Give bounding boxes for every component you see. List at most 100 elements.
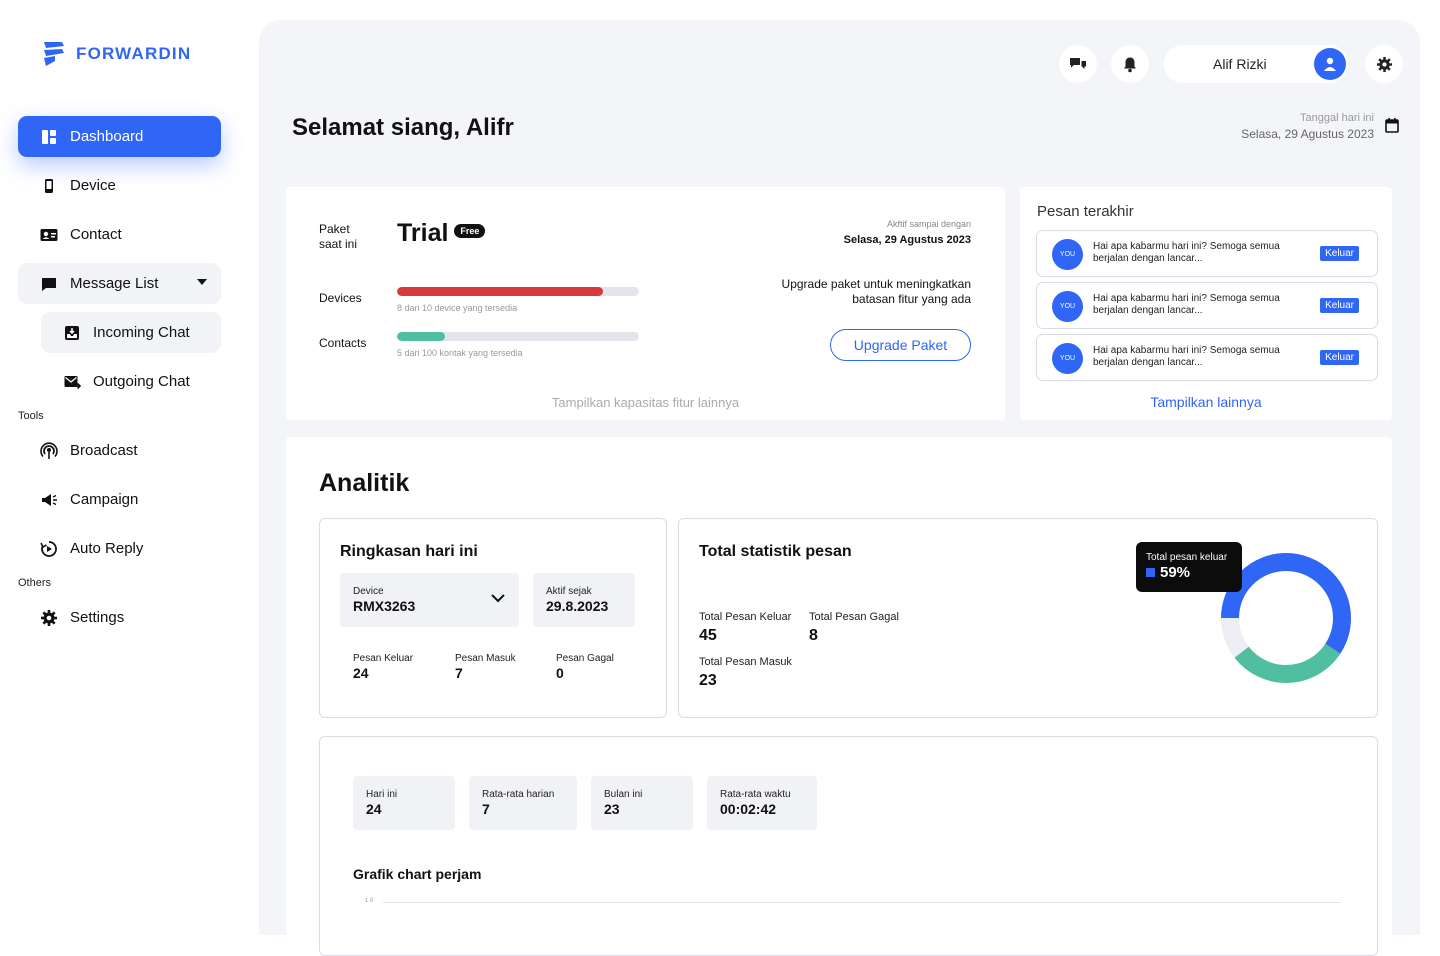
chart-y-tick: 1.0	[365, 898, 374, 904]
chart-gridline	[383, 902, 1341, 903]
summary-box-this-month: Bulan ini 23	[591, 776, 693, 830]
tooltip-value: 59%	[1160, 564, 1191, 581]
message-item[interactable]: YOU Hai apa kabarmu hari ini? Semoga sem…	[1036, 230, 1378, 277]
contacts-label: Contacts	[319, 336, 367, 350]
message-avatar: YOU	[1052, 291, 1083, 322]
message-statistics-panel: Total statistik pesan Total Pesan Keluar…	[678, 518, 1378, 718]
summary-box-label: Rata-rata waktu	[720, 789, 791, 800]
gear-icon	[40, 609, 58, 627]
plan-label: Paket saat ini	[319, 222, 357, 252]
device-select-value: RMX3263	[353, 598, 416, 614]
plan-label-line1: Paket	[319, 222, 350, 236]
contacts-caption: 5 dari 100 kontak yang tersedia	[397, 348, 523, 358]
message-item[interactable]: YOU Hai apa kabarmu hari ini? Semoga sem…	[1036, 334, 1378, 381]
user-name: Alif Rizki	[1213, 56, 1267, 72]
total-incoming-label: Total Pesan Masuk	[699, 656, 792, 668]
sidebar-item-label: Outgoing Chat	[93, 373, 190, 390]
total-failed-label: Total Pesan Gagal	[809, 611, 899, 623]
avatar[interactable]	[1314, 48, 1346, 80]
analytics-title: Analitik	[319, 469, 410, 497]
sidebar-item-message-list[interactable]: Message List	[18, 263, 221, 304]
sidebar-item-outgoing-chat[interactable]: Outgoing Chat	[41, 361, 221, 402]
devices-label: Devices	[319, 291, 362, 305]
sidebar-item-label: Broadcast	[70, 442, 138, 459]
summary-box-label: Hari ini	[366, 789, 398, 800]
incoming-today-label: Pesan Masuk	[455, 653, 516, 664]
contact-card-icon	[40, 226, 58, 244]
today-summary-panel: Ringkasan hari ini Device RMX3263 Aktif …	[319, 518, 667, 718]
device-select[interactable]: Device RMX3263	[340, 573, 519, 627]
outgoing-today-label: Pesan Keluar	[353, 653, 414, 664]
total-failed-value: 8	[809, 627, 818, 644]
chart-tooltip: Total pesan keluar 59%	[1136, 542, 1242, 592]
user-menu[interactable]: Alif Rizki	[1164, 45, 1348, 83]
message-avatar: YOU	[1052, 343, 1083, 374]
brand-logo[interactable]: FORWARDIN	[42, 40, 191, 68]
summary-box-value: 24	[366, 801, 382, 817]
incoming-today-value: 7	[455, 665, 463, 681]
sidebar-item-dashboard[interactable]: Dashboard	[18, 116, 221, 157]
brand-name: FORWARDIN	[76, 44, 192, 63]
sidebar-item-label: Message List	[70, 275, 159, 292]
upgrade-plan-button[interactable]: Upgrade Paket	[830, 329, 971, 361]
hourly-chart-panel: Hari ini 24 Rata-rata harian 7 Bulan ini…	[319, 736, 1378, 956]
notification-button[interactable]	[1111, 45, 1149, 83]
message-text: Hai apa kabarmu hari ini? Semoga semua b…	[1093, 241, 1280, 264]
total-incoming-value: 23	[699, 672, 717, 689]
message-status-badge: Keluar	[1320, 298, 1359, 313]
summary-box-label: Rata-rata harian	[482, 789, 555, 800]
sidebar-item-incoming-chat[interactable]: Incoming Chat	[41, 312, 221, 353]
sidebar-item-contact[interactable]: Contact	[18, 214, 221, 255]
gear-icon	[1376, 56, 1392, 72]
summary-box-today: Hari ini 24	[353, 776, 455, 830]
message-statistics-title: Total statistik pesan	[699, 543, 852, 560]
caret-down-icon[interactable]	[197, 279, 207, 285]
date-value: Selasa, 29 Agustus 2023	[1241, 127, 1374, 141]
forwardin-logo-icon	[44, 42, 64, 66]
summary-box-value: 7	[482, 801, 490, 817]
devices-caption: 8 dari 10 device yang tersedia	[397, 303, 518, 313]
message-text: Hai apa kabarmu hari ini? Semoga semua b…	[1093, 345, 1280, 368]
sidebar-item-auto-reply[interactable]: Auto Reply	[18, 528, 221, 569]
inbox-icon	[63, 324, 81, 342]
summary-box-label: Bulan ini	[604, 789, 643, 800]
plan-badge: Free	[454, 224, 486, 239]
message-item[interactable]: YOU Hai apa kabarmu hari ini? Semoga sem…	[1036, 282, 1378, 329]
chevron-down-icon	[491, 594, 505, 603]
sidebar-item-label: Campaign	[70, 491, 139, 508]
total-outgoing-value: 45	[699, 627, 717, 644]
devices-progress-fill	[397, 287, 603, 296]
outgoing-today-value: 24	[353, 665, 369, 681]
show-more-capacity-link[interactable]: Tampilkan kapasitas fitur lainnya	[286, 395, 1005, 410]
sidebar-item-broadcast[interactable]: Broadcast	[18, 430, 221, 471]
show-more-messages-link[interactable]: Tampilkan lainnya	[1020, 394, 1392, 410]
sidebar-item-label: Auto Reply	[70, 540, 144, 557]
section-label-tools: Tools	[18, 410, 44, 422]
settings-button[interactable]	[1365, 45, 1403, 83]
user-icon	[1324, 57, 1336, 71]
sidebar-item-campaign[interactable]: Campaign	[18, 479, 221, 520]
active-until-label: Akftif sampai dengan	[886, 219, 971, 229]
page-title: Selamat siang, Alifr	[292, 114, 514, 141]
sidebar-item-label: Contact	[70, 226, 122, 243]
date-label: Tanggal hari ini	[1300, 112, 1374, 124]
message-text: Hai apa kabarmu hari ini? Semoga semua b…	[1093, 293, 1280, 316]
device-select-label: Device	[353, 586, 384, 597]
dashboard-icon	[40, 128, 58, 146]
bell-icon	[1124, 57, 1136, 72]
upgrade-message-line1: Upgrade paket untuk meningkatkan	[781, 277, 971, 291]
message-icon	[40, 275, 58, 293]
summary-box-daily-average: Rata-rata harian 7	[469, 776, 577, 830]
message-status-badge: Keluar	[1320, 246, 1359, 261]
sidebar-item-device[interactable]: Device	[18, 165, 221, 206]
active-since-label: Aktif sejak	[546, 586, 592, 597]
megaphone-icon	[40, 491, 58, 509]
sidebar-item-label: Incoming Chat	[93, 324, 190, 341]
auto-reply-icon	[40, 540, 58, 558]
calendar-icon[interactable]	[1385, 117, 1399, 138]
message-avatar: YOU	[1052, 239, 1083, 270]
sidebar-item-settings[interactable]: Settings	[18, 597, 221, 638]
latest-messages-card: Pesan terakhir YOU Hai apa kabarmu hari …	[1020, 187, 1392, 420]
failed-today-value: 0	[556, 665, 564, 681]
chat-button[interactable]	[1059, 45, 1097, 83]
